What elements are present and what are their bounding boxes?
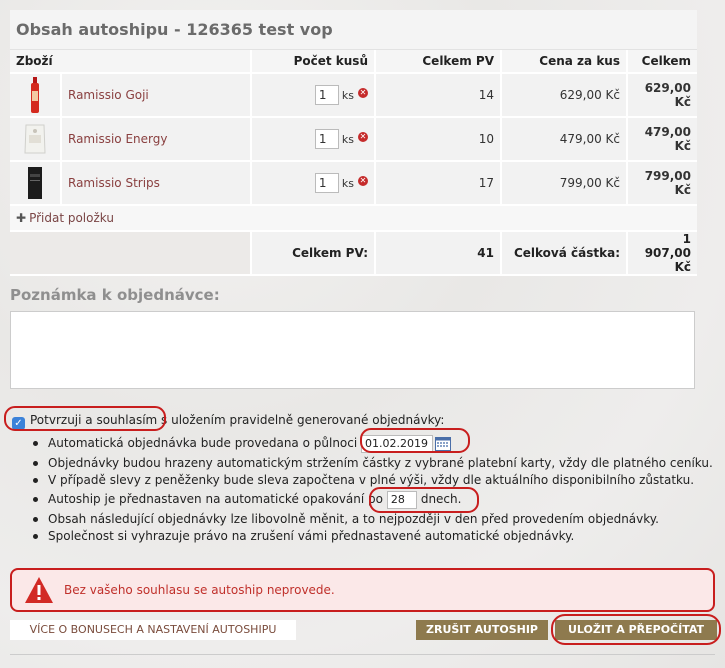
warning-icon bbox=[25, 577, 53, 603]
save-recalculate-button[interactable]: Uložit a přepočítat bbox=[555, 620, 717, 640]
note-textarea[interactable] bbox=[10, 311, 695, 389]
col-header-total: Celkem bbox=[628, 50, 697, 74]
unit-label: ks bbox=[341, 88, 354, 102]
col-header-pv: Celkem PV bbox=[376, 50, 502, 74]
list-item: Společnost si vyhrazuje právo na zrušení… bbox=[33, 528, 713, 544]
summary-amount-label: Celková částka: bbox=[502, 232, 628, 276]
date-input[interactable]: 01.02.2019 bbox=[361, 434, 434, 453]
add-item-row: ✚ Přidat položku bbox=[10, 206, 697, 232]
pv-cell: 10 bbox=[376, 118, 502, 162]
bottle-icon bbox=[31, 77, 39, 113]
consent-rules-list: Automatická objednávka bude provedana o … bbox=[33, 433, 713, 545]
plus-icon: ✚ bbox=[16, 211, 27, 225]
days-input[interactable]: 28 bbox=[386, 490, 417, 509]
unit-label: ks bbox=[341, 132, 354, 146]
product-link[interactable]: Ramissio Strips bbox=[68, 176, 160, 190]
calendar-icon[interactable] bbox=[435, 436, 452, 451]
consent-row: ✓ Potvrzuji a souhlasím s uložením pravid… bbox=[12, 413, 444, 430]
qty-cell: 1 ks ✕ bbox=[252, 118, 376, 162]
autoship-panel: Obsah autoshipu - 126365 test vop Zboží … bbox=[10, 10, 697, 276]
add-item-cell: ✚ Přidat položku bbox=[10, 206, 697, 232]
pv-cell: 17 bbox=[376, 162, 502, 206]
panel-title: Obsah autoshipu - 126365 test vop bbox=[10, 10, 697, 50]
rule-days-prefix: Autoship je přednastaven na automatické … bbox=[48, 492, 383, 506]
list-item: Automatická objednávka bude provedana o … bbox=[33, 433, 713, 454]
rule-date-prefix: Automatická objednávka bude provedana o … bbox=[48, 436, 358, 450]
total-cell: 629,00 Kč bbox=[628, 74, 697, 118]
list-item: Objednávky budou hrazeny automatickým st… bbox=[33, 455, 713, 471]
summary-blank bbox=[10, 232, 252, 276]
more-info-button[interactable]: Více o bonusech a nastavení autoshipu bbox=[10, 620, 296, 640]
table-row: Ramissio Goji 1 ks ✕ 14 629,00 Kč 629,00 K… bbox=[10, 74, 697, 118]
product-image-cell bbox=[10, 74, 62, 118]
consent-label: Potvrzuji a souhlasím s uložením pravide… bbox=[30, 413, 445, 427]
product-link[interactable]: Ramissio Goji bbox=[68, 88, 149, 102]
col-header-unit-price: Cena za kus bbox=[502, 50, 628, 74]
product-link[interactable]: Ramissio Energy bbox=[68, 132, 167, 146]
remove-item-icon[interactable]: ✕ bbox=[358, 176, 368, 186]
add-item-label: Přidat položku bbox=[29, 211, 114, 225]
unit-price-cell: 479,00 Kč bbox=[502, 118, 628, 162]
qty-input[interactable]: 1 bbox=[314, 85, 339, 105]
summary-row: Celkem PV: 41 Celková částka: 1 907,00 K… bbox=[10, 232, 697, 276]
table-row: Ramissio Energy 1 ks ✕ 10 479,00 Kč 479,00… bbox=[10, 118, 697, 162]
pv-cell: 14 bbox=[376, 74, 502, 118]
pouch-icon bbox=[24, 124, 46, 154]
note-title: Poznámka k objednávce: bbox=[10, 286, 220, 304]
table-header-row: Zboží Počet kusů Celkem PV Cena za kus C… bbox=[10, 50, 697, 74]
add-item-link[interactable]: ✚ Přidat položku bbox=[16, 211, 114, 225]
consent-alert: Bez vašeho souhlasu se autoship neproved… bbox=[10, 568, 715, 612]
total-cell: 799,00 Kč bbox=[628, 162, 697, 206]
product-image-cell bbox=[10, 162, 62, 206]
table-row: Ramissio Strips 1 ks ✕ 17 799,00 Kč 799,00… bbox=[10, 162, 697, 206]
qty-input[interactable]: 1 bbox=[314, 173, 339, 193]
col-header-product: Zboží bbox=[10, 50, 252, 74]
consent-checkbox[interactable]: ✓ bbox=[12, 417, 25, 430]
cart-table: Zboží Počet kusů Celkem PV Cena za kus C… bbox=[10, 50, 697, 276]
cancel-autoship-button[interactable]: Zrušit autoship bbox=[416, 620, 548, 640]
box-icon bbox=[28, 167, 42, 199]
list-item: Autoship je přednastaven na automatické … bbox=[33, 489, 713, 510]
remove-item-icon[interactable]: ✕ bbox=[358, 88, 368, 98]
list-item: Obsah následující objednávky lze libovol… bbox=[33, 511, 713, 527]
product-name-cell: Ramissio Energy bbox=[62, 118, 252, 162]
product-name-cell: Ramissio Goji bbox=[62, 74, 252, 118]
list-item: V případě slevy z peněženky bude sleva z… bbox=[33, 472, 713, 488]
qty-cell: 1 ks ✕ bbox=[252, 162, 376, 206]
qty-cell: 1 ks ✕ bbox=[252, 74, 376, 118]
product-name-cell: Ramissio Strips bbox=[62, 162, 252, 206]
alert-text: Bez vašeho souhlasu se autoship neproved… bbox=[64, 583, 335, 597]
summary-amount-value: 1 907,00 Kč bbox=[628, 232, 697, 276]
col-header-qty: Počet kusů bbox=[252, 50, 376, 74]
summary-pv-label: Celkem PV: bbox=[252, 232, 376, 276]
divider bbox=[10, 654, 715, 655]
unit-label: ks bbox=[341, 176, 354, 190]
summary-pv-value: 41 bbox=[376, 232, 502, 276]
unit-price-cell: 799,00 Kč bbox=[502, 162, 628, 206]
product-image-cell bbox=[10, 118, 62, 162]
total-cell: 479,00 Kč bbox=[628, 118, 697, 162]
qty-input[interactable]: 1 bbox=[314, 129, 339, 149]
remove-item-icon[interactable]: ✕ bbox=[358, 132, 368, 142]
unit-price-cell: 629,00 Kč bbox=[502, 74, 628, 118]
rule-days-suffix: dnech. bbox=[420, 492, 462, 506]
